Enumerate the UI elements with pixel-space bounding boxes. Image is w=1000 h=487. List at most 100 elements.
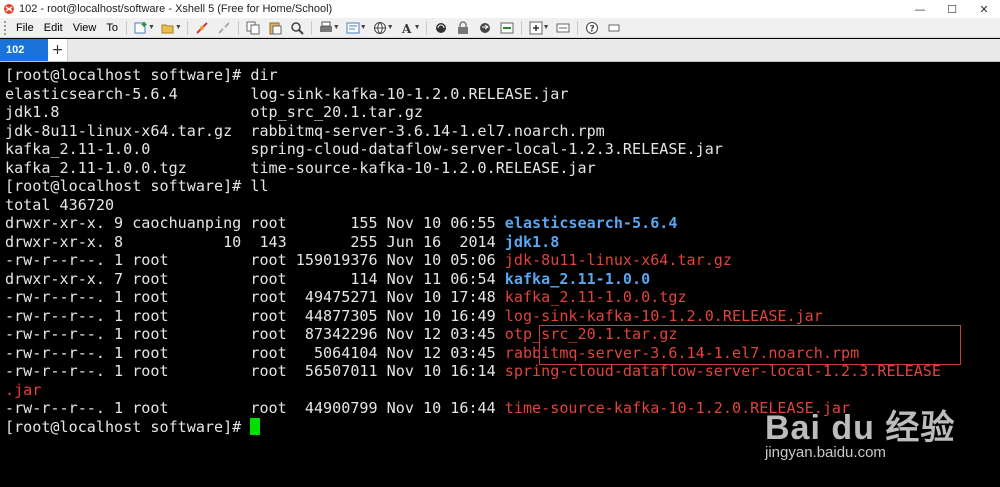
terminal-text: jdk1.8 otp_src_20.1.tar.gz (5, 103, 424, 121)
globe-dropdown-icon[interactable]: ▼ (387, 24, 394, 31)
options-button[interactable] (603, 19, 625, 37)
script-button[interactable] (552, 19, 574, 37)
print-icon (319, 21, 332, 32)
terminal-line: drwxr-xr-x. 8 10 143 255 Jun 16 2014 jdk… (5, 233, 1000, 252)
terminal-text: drwxr-xr-x. 7 root root 114 Nov 11 06:54 (5, 269, 505, 288)
terminal-text: -rw-r--r--. 1 root root 44877305 Nov 10 … (5, 306, 505, 325)
terminal-text: -rw-r--r--. 1 root root 49475271 Nov 10 … (5, 288, 505, 306)
archive-file-name: time-source-kafka-10-1.2.0.RELEASE.jar (504, 399, 851, 417)
terminal-text: [root@localhost software]# dir (5, 66, 278, 84)
terminal-line: jdk-8u11-linux-x64.tar.gz rabbitmq-serve… (5, 122, 1000, 141)
window-title: 102 - root@localhost/software - Xshell 5… (19, 3, 333, 15)
terminal-text: drwxr-xr-x. 8 10 143 255 Jun 16 2014 (5, 232, 505, 251)
toolbar-separator (186, 20, 188, 35)
terminal-text: kafka_2.11-1.0.0 spring-cloud-dataflow-s… (5, 140, 723, 158)
copy-icon (246, 21, 260, 34)
terminal-line: elasticsearch-5.6.4 log-sink-kafka-10-1.… (5, 85, 1000, 104)
disconnect-button[interactable] (213, 19, 235, 37)
terminal-line: -rw-r--r--. 1 root root 44900799 Nov 10 … (5, 399, 1000, 418)
new-tab-button[interactable]: + (48, 39, 68, 61)
terminal-text: -rw-r--r--. 1 root root 56507011 Nov 10 … (5, 362, 505, 380)
menu-toolbar: File Edit View To ▼ ▼ ▼ ▼ ▼ A ▼ ▼ ? (0, 18, 1000, 38)
toolbar-separator (576, 20, 578, 35)
minimize-button[interactable]: — (904, 0, 936, 18)
toolbar-separator (125, 20, 127, 35)
new-session-icon (134, 21, 147, 33)
toolbar-separator (237, 20, 239, 35)
options-icon (608, 24, 620, 31)
tab-session-102[interactable]: 102 (0, 39, 48, 61)
archive-file-name: log-sink-kafka-10-1.2.0.RELEASE.jar (504, 306, 823, 325)
terminal-line: [root@localhost software]# ll (5, 177, 1000, 196)
terminal-text: -rw-r--r--. 1 root root 159019376 Nov 10… (5, 251, 505, 269)
annotation-highlight-box (539, 325, 961, 365)
menu-view[interactable]: View (68, 18, 102, 38)
find-icon (291, 21, 304, 35)
terminal-line: drwxr-xr-x. 7 root root 114 Nov 11 06:54… (5, 270, 1000, 289)
terminal-line: total 436720 (5, 196, 1000, 215)
open-dropdown-icon[interactable]: ▼ (175, 24, 182, 31)
add-dropdown-icon[interactable]: ▼ (543, 24, 550, 31)
terminal-text: -rw-r--r--. 1 root root 44900799 Nov 10 … (5, 399, 505, 417)
lock-icon (457, 20, 468, 34)
script-icon (556, 23, 570, 32)
archive-file-name: kafka_2.11-1.0.0.tgz (504, 288, 687, 306)
menu-edit[interactable]: Edit (39, 18, 68, 38)
menu-file[interactable]: File (11, 18, 39, 38)
help-icon: ? (585, 21, 598, 34)
terminal-line: -rw-r--r--. 1 root root 44877305 Nov 10 … (5, 307, 1000, 326)
title-bar: 102 - root@localhost/software - Xshell 5… (0, 0, 1000, 18)
transfer-button[interactable] (474, 19, 496, 37)
terminal-text: [root@localhost software]# ll (5, 177, 269, 195)
terminal-line: .jar (5, 381, 1000, 400)
paste-icon (269, 22, 282, 34)
new-session-dropdown-icon[interactable]: ▼ (148, 24, 155, 31)
terminal-output[interactable]: [root@localhost software]# dir elasticsea… (0, 62, 1000, 487)
toolbar-separator (520, 20, 522, 35)
reconnect-icon (196, 21, 208, 34)
paste-button[interactable] (264, 19, 286, 37)
terminal-line: jdk1.8 otp_src_20.1.tar.gz (5, 103, 1000, 122)
terminal-text: -rw-r--r--. 1 root root 87342296 Nov 12 … (5, 325, 505, 343)
menu-tools[interactable]: To (101, 18, 123, 38)
terminal-text: elasticsearch-5.6.4 log-sink-kafka-10-1.… (5, 84, 569, 103)
terminal-line: [root@localhost software]# (5, 417, 1000, 437)
font-dropdown-icon[interactable]: ▼ (414, 24, 421, 31)
terminal-text: [root@localhost software]# (5, 417, 251, 436)
terminal-text: kafka_2.11-1.0.0.tgz time-source-kafka-1… (5, 158, 596, 177)
session-tab-bar: 102 + (0, 39, 1000, 62)
terminal-line: kafka_2.11-1.0.0.tgz time-source-kafka-1… (5, 159, 1000, 178)
close-button[interactable]: ✕ (968, 0, 1000, 18)
reconnect-button[interactable] (191, 19, 213, 37)
xagent-button[interactable] (430, 19, 452, 37)
help-button[interactable]: ? (581, 19, 603, 37)
terminal-text: -rw-r--r--. 1 root root 5064104 Nov 12 0… (5, 343, 505, 362)
xftp-button[interactable] (496, 19, 518, 37)
add-icon (529, 21, 543, 34)
toolbar-separator (310, 20, 312, 35)
maximize-button[interactable]: ☐ (936, 0, 968, 18)
svg-text:?: ? (589, 24, 594, 34)
copy-button[interactable] (242, 19, 264, 37)
find-button[interactable] (286, 19, 308, 37)
toolbar-grip[interactable] (4, 20, 8, 35)
xagent-icon (435, 22, 446, 33)
terminal-line: -rw-r--r--. 1 root root 159019376 Nov 10… (5, 251, 1000, 270)
disconnect-icon (218, 21, 230, 34)
print-dropdown-icon[interactable]: ▼ (333, 24, 340, 31)
terminal-line: -rw-r--r--. 1 root root 49475271 Nov 10 … (5, 288, 1000, 307)
directory-name: jdk1.8 (504, 232, 560, 251)
properties-dropdown-icon[interactable]: ▼ (360, 24, 367, 31)
directory-name: elasticsearch-5.6.4 (504, 214, 678, 232)
toolbar-separator (425, 20, 427, 35)
terminal-line: drwxr-xr-x. 9 caochuanping root 155 Nov … (5, 214, 1000, 233)
globe-icon (373, 21, 386, 34)
xftp-icon (500, 22, 514, 33)
archive-file-name: .jar (5, 380, 42, 399)
lock-button[interactable] (452, 19, 474, 37)
directory-name: kafka_2.11-1.0.0 (504, 269, 651, 288)
terminal-line: kafka_2.11-1.0.0 spring-cloud-dataflow-s… (5, 140, 1000, 159)
properties-icon (346, 22, 360, 33)
transfer-icon (479, 22, 490, 33)
terminal-line: [root@localhost software]# dir (5, 66, 1000, 85)
